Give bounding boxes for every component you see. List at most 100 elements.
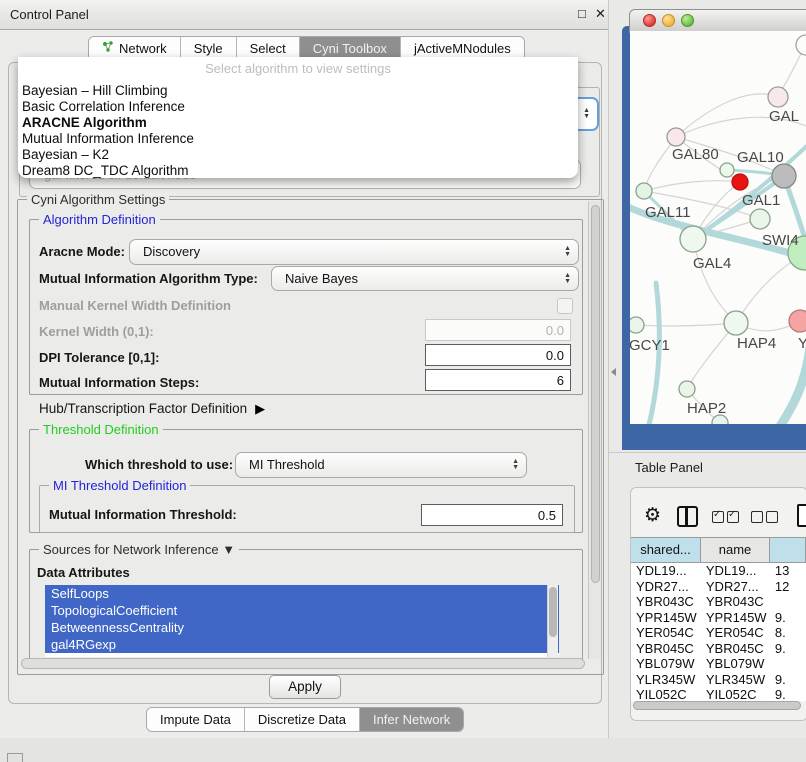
table-row[interactable]: YDR27...YDR27...12	[631, 579, 806, 595]
algorithm-option[interactable]: Bayesian – Hill Climbing	[18, 83, 578, 99]
sources-group-label[interactable]: Sources for Network Inference ▼	[39, 542, 239, 557]
network-node-gal1[interactable]	[750, 209, 770, 229]
table-row[interactable]: YER054CYER054C8.	[631, 625, 806, 641]
table-cell: 8.	[770, 625, 806, 641]
kernel-width-field[interactable]: 0.0	[425, 319, 571, 341]
column-header[interactable]: shared...	[631, 538, 701, 562]
settings-hscroll-thumb[interactable]	[21, 658, 585, 669]
table-cell	[770, 656, 806, 672]
manual-kernel-width-checkbox[interactable]	[557, 298, 573, 314]
panel-collapse-icon[interactable]	[611, 368, 616, 376]
table-cell: YLR345W	[631, 672, 701, 688]
attributes-scrollbar[interactable]	[547, 585, 558, 657]
close-icon[interactable]: ✕	[595, 6, 606, 22]
table-cell: YER054C	[701, 625, 770, 641]
network-node-gal[interactable]	[768, 87, 788, 107]
control-panel: Control Panel □ ✕ NetworkStyleSelectCyni…	[0, 0, 609, 738]
table-cell: YDL19...	[631, 563, 701, 579]
spinner-icon: ▲▼	[564, 246, 571, 258]
attribute-item[interactable]: SelfLoops	[45, 585, 559, 602]
float-icon[interactable]: □	[578, 6, 586, 21]
mi-steps-label: Mutual Information Steps:	[39, 375, 199, 390]
table-cell: 9.	[770, 687, 806, 701]
hub-definition-toggle[interactable]: Hub/Transcription Factor Definition▶	[39, 401, 265, 417]
tab-discretize-data[interactable]: Discretize Data	[245, 708, 360, 731]
network-node-gal4[interactable]	[680, 226, 706, 252]
node-label: GAL10	[737, 149, 784, 166]
column-header[interactable]	[770, 538, 806, 562]
table-horizontal-scrollbar[interactable]	[633, 701, 803, 711]
table-cell: YDR27...	[631, 579, 701, 595]
table-row[interactable]: YBL079WYBL079W	[631, 656, 806, 672]
table-row[interactable]: YIL052CYIL052C9.	[631, 687, 806, 701]
which-threshold-combo[interactable]: MI Threshold ▲▼	[235, 452, 527, 478]
dpi-tolerance-field[interactable]: 0.0	[425, 344, 571, 366]
algorithm-option[interactable]: Bayesian – K2	[18, 147, 578, 163]
table-hscroll-thumb[interactable]	[633, 701, 801, 710]
algorithm-option[interactable]: ARACNE Algorithm	[18, 115, 578, 131]
network-node-gcy1[interactable]	[630, 317, 644, 333]
attribute-item[interactable]: TopologicalCoefficient	[45, 602, 559, 619]
unchecked-pair-icon[interactable]	[751, 510, 781, 528]
settings-vscroll-thumb[interactable]	[591, 205, 600, 583]
gear-icon[interactable]: ⚙	[644, 504, 661, 527]
mi-threshold-field[interactable]: 0.5	[421, 504, 563, 526]
column-header[interactable]: name	[701, 538, 770, 562]
algorithm-dropdown: Select algorithm to view settings Bayesi…	[18, 57, 578, 178]
tab-infer-network[interactable]: Infer Network	[360, 708, 463, 731]
settings-horizontal-scrollbar[interactable]	[21, 658, 587, 670]
node-label: GAL	[769, 108, 799, 125]
minimize-traffic-light-icon[interactable]	[662, 14, 675, 27]
algorithm-option[interactable]: Dream8 DC_TDC Algorithm	[18, 163, 578, 178]
table-cell: YPR145W	[631, 610, 701, 626]
attributes-scrollbar-thumb[interactable]	[549, 587, 557, 637]
network-view[interactable]: GALGAL80GAL10GAL1SWI4GAL11GAL4GCY1HAP4YH…	[630, 31, 806, 424]
algorithm-dropdown-placeholder: Select algorithm to view settings	[18, 57, 578, 83]
network-node-hap2[interactable]	[679, 381, 695, 397]
network-node-gal10[interactable]	[720, 163, 734, 177]
close-traffic-light-icon[interactable]	[643, 14, 656, 27]
table-row[interactable]: YPR145WYPR145W9.	[631, 610, 806, 626]
table-cell: YIL052C	[631, 687, 701, 701]
table-cell: YBR043C	[631, 594, 701, 610]
node-label: GAL80	[672, 146, 719, 163]
network-node-y[interactable]	[789, 310, 806, 332]
table-cell: YDL19...	[701, 563, 770, 579]
aracne-mode-combo[interactable]: Discovery ▲▼	[129, 239, 579, 265]
table-cell: 13	[770, 563, 806, 579]
columns-icon[interactable]	[677, 506, 698, 527]
attribute-item[interactable]: gal4RGexp	[45, 636, 559, 653]
corner-grip	[7, 753, 23, 762]
application-root: Control Panel □ ✕ NetworkStyleSelectCyni…	[0, 0, 806, 762]
algorithm-option[interactable]: Mutual Information Inference	[18, 131, 578, 147]
table-row[interactable]: YBR045CYBR045C9.	[631, 641, 806, 657]
node-label: GAL4	[693, 255, 731, 272]
table-row[interactable]: YLR345WYLR345W9.	[631, 672, 806, 688]
data-attributes-list[interactable]: SelfLoopsTopologicalCoefficientBetweenne…	[45, 585, 559, 657]
network-node[interactable]	[796, 35, 806, 55]
network-node-gal11[interactable]	[636, 183, 652, 199]
spinner-icon: ▲▼	[564, 273, 571, 285]
algorithm-option[interactable]: Basic Correlation Inference	[18, 99, 578, 115]
network-window-titlebar[interactable]	[629, 9, 806, 33]
settings-vertical-scrollbar[interactable]	[588, 201, 601, 659]
mi-algorithm-type-label: Mutual Information Algorithm Type:	[39, 271, 258, 286]
tab-impute-data[interactable]: Impute Data	[147, 708, 245, 731]
node-label: GCY1	[630, 337, 670, 354]
which-threshold-value: MI Threshold	[236, 453, 526, 477]
attribute-item[interactable]: BetweennessCentrality	[45, 619, 559, 636]
network-node[interactable]	[732, 174, 748, 190]
node-table[interactable]: shared...nameYDL19...YDL19...13YDR27...Y…	[631, 537, 806, 701]
zoom-traffic-light-icon[interactable]	[681, 14, 694, 27]
table-row[interactable]: YBR043CYBR043C	[631, 594, 806, 610]
document-icon[interactable]	[797, 504, 806, 527]
checked-pair-icon[interactable]	[712, 510, 742, 528]
table-row[interactable]: YDL19...YDL19...13	[631, 563, 806, 579]
network-node[interactable]	[772, 164, 796, 188]
apply-button[interactable]: Apply	[269, 675, 341, 699]
mi-steps-field[interactable]: 6	[425, 369, 571, 391]
mi-algorithm-type-value: Naive Bayes	[272, 267, 578, 291]
network-node-hap4[interactable]	[724, 311, 748, 335]
network-node-gal80[interactable]	[667, 128, 685, 146]
mi-algorithm-type-combo[interactable]: Naive Bayes ▲▼	[271, 266, 579, 291]
